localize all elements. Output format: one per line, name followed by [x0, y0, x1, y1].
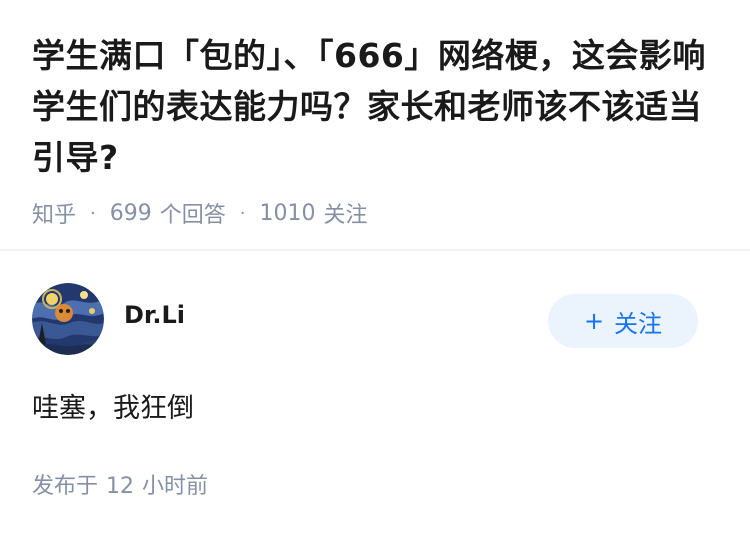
author-name[interactable]: Dr.Li: [124, 301, 185, 329]
plus-icon: +: [583, 307, 605, 335]
question-header: 学生满口「包的」、「666」网络梗，这会影响学生们的表达能力吗？家长和老师该不该…: [0, 0, 750, 228]
meta-separator: ·: [239, 202, 246, 224]
follow-count-label: 关注: [323, 203, 368, 228]
follow-count: 1010: [259, 200, 316, 226]
meta-separator: ·: [90, 202, 96, 224]
source-label: 知乎: [32, 203, 77, 228]
author-row: Dr.Li + 关注: [32, 283, 718, 357]
time-prefix: 发布于: [32, 474, 99, 499]
answer-time: 发布于 12 小时前: [32, 468, 208, 500]
answer-content[interactable]: 哇塞，我狂倒: [32, 386, 194, 425]
section-divider: [0, 249, 750, 251]
answer-count-label: 个回答: [159, 203, 226, 228]
time-suffix: 小时前: [142, 474, 209, 499]
starry-night-avatar-icon: [32, 283, 104, 355]
avatar[interactable]: [32, 283, 104, 355]
answer-count: 699: [109, 200, 152, 226]
follow-button-label: 关注: [614, 309, 663, 338]
follow-button[interactable]: + 关注: [548, 294, 698, 348]
time-value: 12: [106, 474, 135, 499]
question-meta: 知乎 · 699 个回答 · 1010 关注: [32, 197, 718, 229]
question-title[interactable]: 学生满口「包的」、「666」网络梗，这会影响学生们的表达能力吗？家长和老师该不该…: [32, 30, 718, 183]
answer-card: Dr.Li + 关注 哇塞，我狂倒 发布于 12 小时前: [32, 283, 718, 499]
